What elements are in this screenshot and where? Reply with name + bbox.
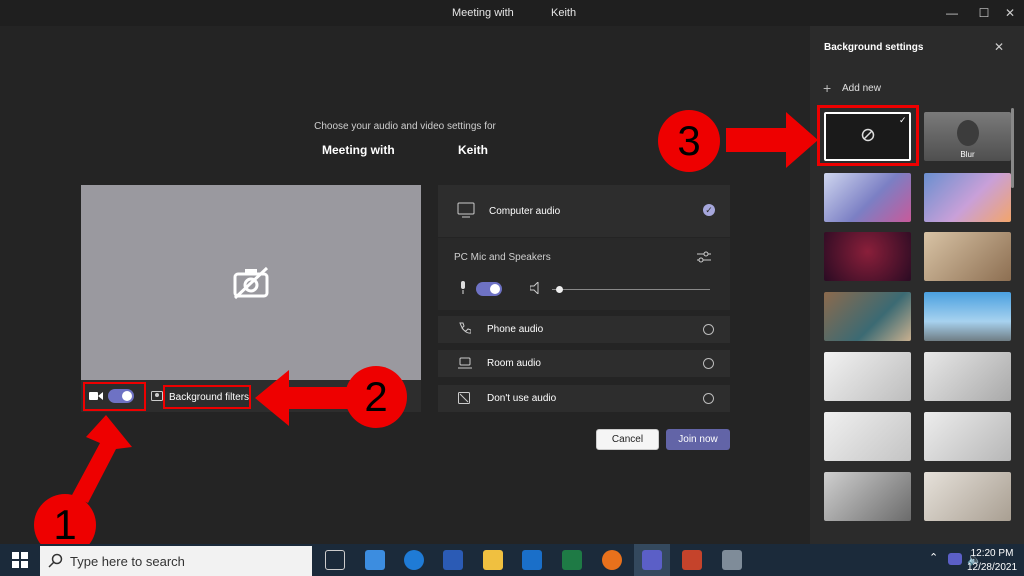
outlook-icon[interactable] [522,550,542,570]
computer-audio-label: Computer audio [489,206,561,217]
close-window-button[interactable]: ✕ [992,2,1024,24]
highlight-background-filters [163,385,251,409]
step-2-badge: 2 [345,366,407,428]
no-audio-icon [458,392,470,404]
search-placeholder: Type here to search [70,554,185,569]
speaker-icon [530,282,539,294]
join-now-button[interactable]: Join now [666,429,730,450]
computer-audio-option[interactable]: Computer audio ✓ [438,185,730,237]
blur-person-silhouette [957,120,979,146]
room-audio-label: Room audio [487,358,541,369]
close-icon: ✕ [1004,6,1016,20]
remote-desktop-icon[interactable] [722,550,742,570]
windows-start-icon[interactable] [12,552,28,568]
selected-check-icon: ✓ [703,204,715,216]
highlight-no-background [817,105,919,166]
arrow-left-icon [255,370,350,426]
audio-device-panel: PC Mic and Speakers [438,238,730,310]
panel-scrollbar[interactable] [1011,108,1014,188]
background-thumbnail[interactable] [824,352,911,401]
blur-background-option[interactable]: Blur [924,112,1011,161]
word-icon[interactable] [443,550,463,570]
blur-label: Blur [960,150,975,159]
phone-audio-option[interactable]: Phone audio [438,316,730,343]
add-icon: + [823,80,832,96]
task-view-icon[interactable] [325,550,345,570]
computer-app-icon[interactable] [365,550,385,570]
cancel-button[interactable]: Cancel [596,429,659,450]
room-audio-icon [458,357,472,369]
arrow-up-icon [72,415,132,503]
background-thumbnail[interactable] [924,352,1011,401]
firefox-icon[interactable] [602,550,622,570]
room-audio-radio[interactable] [703,358,714,369]
audio-device-label: PC Mic and Speakers [454,252,551,263]
video-preview [81,185,421,380]
tray-chevron-up-icon[interactable]: ⌃ [929,551,938,564]
arrow-right-icon [726,112,818,168]
maximize-icon: ☐ [978,6,990,20]
window-title-right: Keith [551,7,577,19]
background-settings-panel [810,26,1024,544]
panel-close-button[interactable]: ✕ [994,40,1004,54]
background-thumbnail[interactable] [824,292,911,341]
computer-audio-icon [457,202,475,218]
background-effects-icon [151,391,163,401]
meeting-title-left: Meeting with [322,143,395,157]
search-icon [48,553,63,568]
excel-icon[interactable] [562,550,582,570]
window-title-left: Meeting with [452,7,514,19]
background-thumbnail[interactable] [924,173,1011,222]
phone-icon [459,322,471,334]
teams-icon[interactable] [642,550,662,570]
background-thumbnail[interactable] [824,173,911,222]
taskbar-time: 12:20 PM [970,548,1014,559]
teams-tray-icon[interactable] [948,553,962,565]
microphone-icon [461,281,465,294]
volume-slider-thumb[interactable] [556,286,563,293]
volume-slider[interactable] [552,289,710,290]
background-thumbnail[interactable] [924,292,1011,341]
background-thumbnail[interactable] [924,472,1011,521]
microphone-toggle[interactable] [476,282,502,296]
file-explorer-icon[interactable] [483,550,503,570]
camera-off-icon [233,266,269,299]
phone-audio-label: Phone audio [487,324,544,335]
no-audio-option[interactable]: Don't use audio [438,385,730,412]
background-thumbnail[interactable] [924,232,1011,281]
device-settings-icon[interactable] [697,251,711,263]
meeting-title-right: Keith [458,143,488,157]
phone-audio-radio[interactable] [703,324,714,335]
panel-title: Background settings [824,42,924,53]
powerpoint-icon[interactable] [682,550,702,570]
background-thumbnail[interactable] [824,412,911,461]
taskbar-date: 12/28/2021 [966,562,1018,573]
close-icon: ✕ [994,40,1005,54]
no-audio-label: Don't use audio [487,393,557,404]
internet-explorer-icon[interactable] [404,550,424,570]
background-thumbnail[interactable] [824,472,911,521]
minimize-button[interactable]: — [934,2,970,24]
background-thumbnail[interactable] [924,412,1011,461]
step-3-badge: 3 [658,110,720,172]
minimize-icon: — [946,6,958,20]
highlight-camera-toggle [83,382,146,411]
add-new-button[interactable]: Add new [842,83,881,94]
room-audio-option[interactable]: Room audio [438,350,730,377]
no-audio-radio[interactable] [703,393,714,404]
background-thumbnail[interactable] [824,232,911,281]
